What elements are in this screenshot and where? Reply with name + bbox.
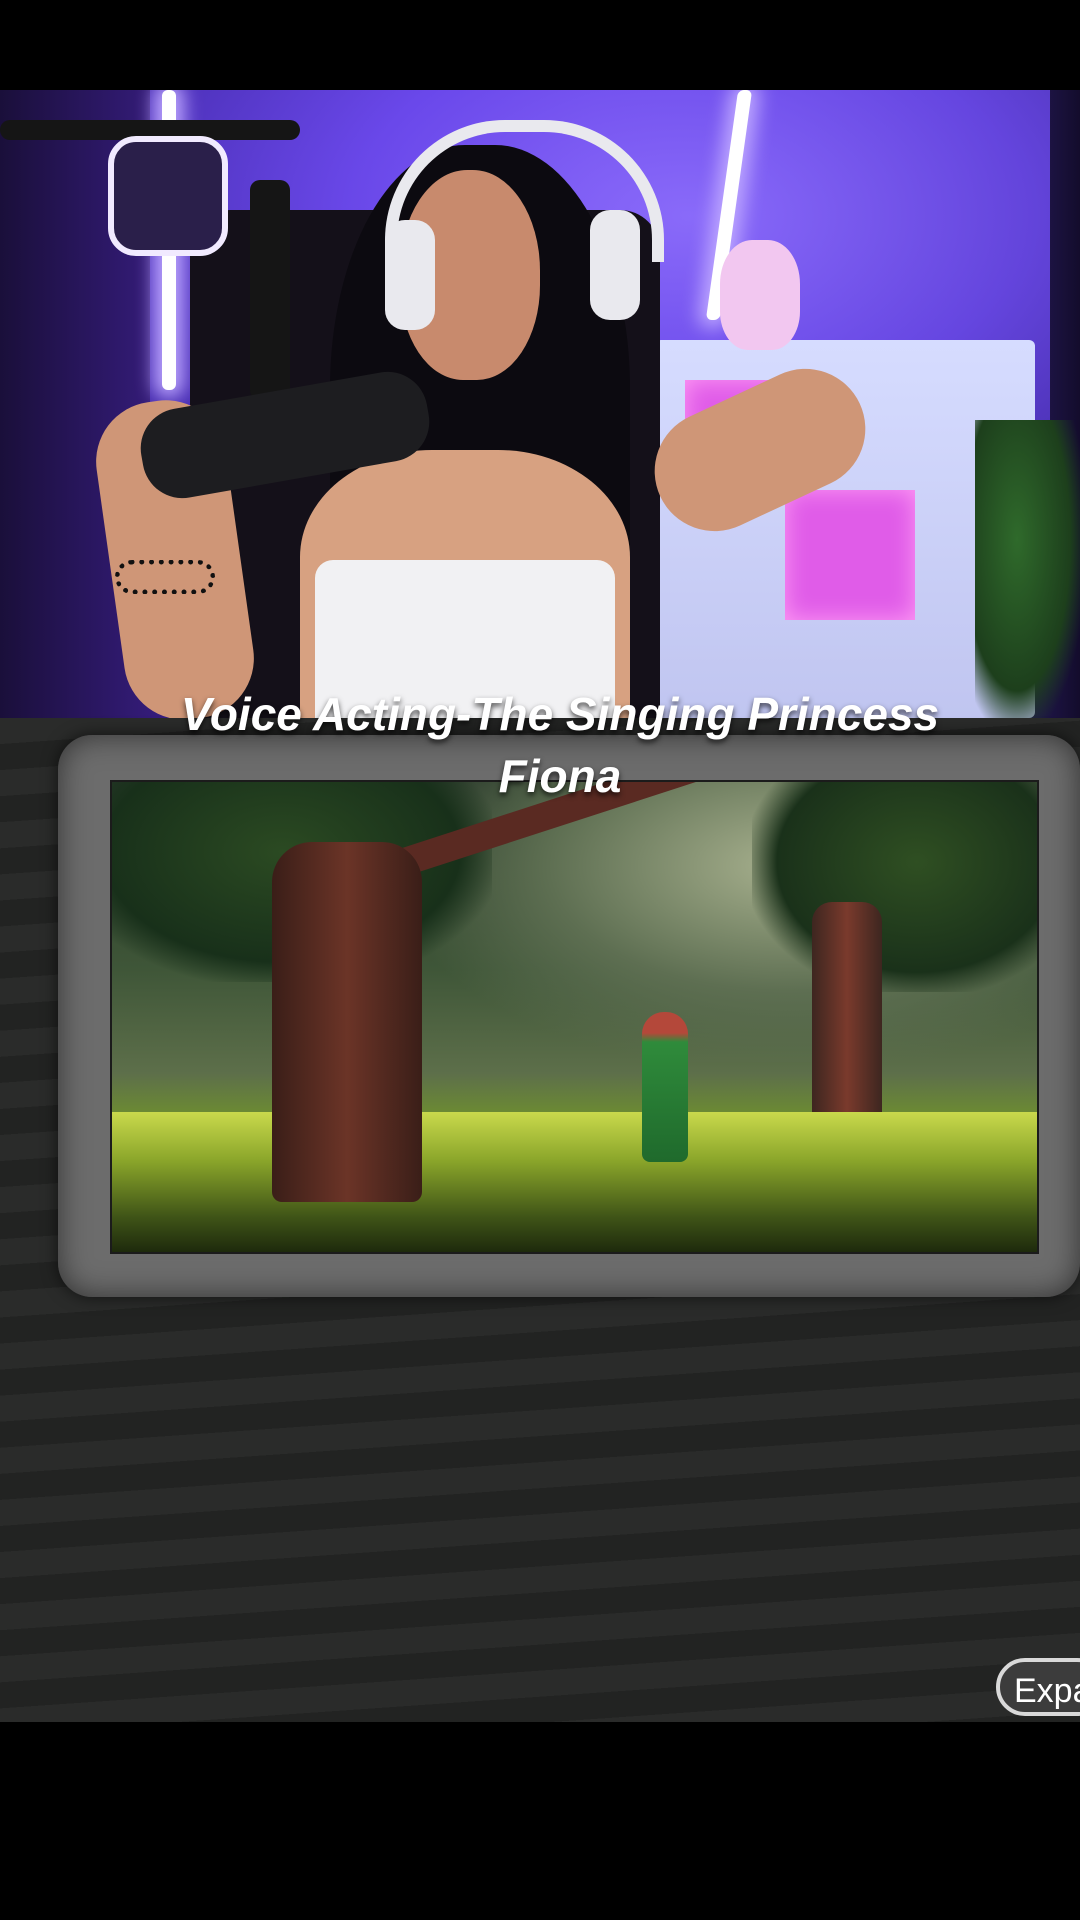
headphone-cup: [385, 220, 435, 330]
bracelet: [115, 560, 215, 594]
video-title: Voice Acting-The Singing Princess Fiona: [180, 688, 940, 802]
plant: [975, 420, 1080, 718]
top-letterbox: [0, 0, 1080, 90]
mic-mount: [250, 180, 290, 400]
headphone-cup: [590, 210, 640, 320]
expand-button[interactable]: Expa: [996, 1658, 1080, 1716]
plush-toy: [720, 240, 800, 350]
bottom-letterbox: [0, 1722, 1080, 1920]
video-player[interactable]: Voice Acting-The Singing Princess Fiona …: [0, 0, 1080, 1920]
tree-trunk: [812, 902, 882, 1132]
shelf-cube: [785, 490, 915, 620]
meadow: [112, 1112, 1037, 1252]
movie-clip: [110, 780, 1039, 1254]
tree-trunk: [272, 842, 422, 1202]
princess-figure: [642, 1012, 688, 1162]
tree-canopy: [752, 782, 1037, 992]
streamer-webcam-feed: [0, 90, 1080, 718]
mewtwo-sticker-icon: [108, 136, 228, 256]
